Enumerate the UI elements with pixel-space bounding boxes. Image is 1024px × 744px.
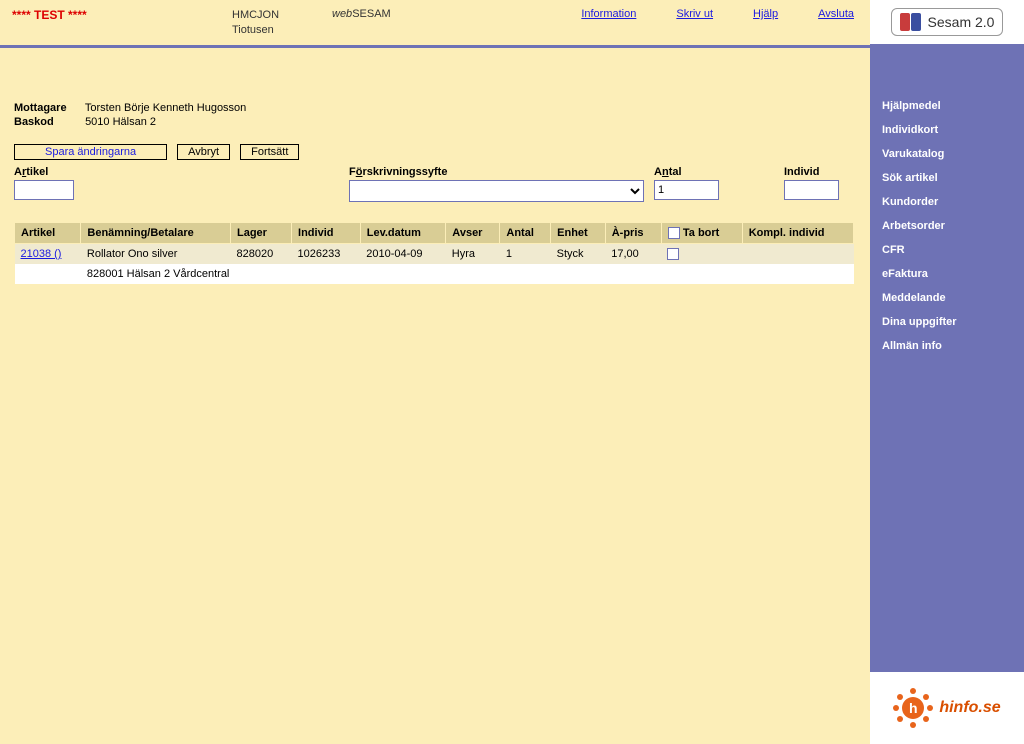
baskod-row: Baskod 5010 Hälsan 2 <box>14 116 856 128</box>
th-avser: Avser <box>446 222 500 243</box>
artikel-input[interactable] <box>14 180 74 200</box>
user-info: HMCJON Tiotusen <box>232 8 332 39</box>
link-information[interactable]: Information <box>581 8 636 20</box>
th-enhet: Enhet <box>551 222 606 243</box>
th-tabort: Ta bort <box>661 222 742 243</box>
individ-label: Individ <box>784 166 854 178</box>
th-apris: À-pris <box>605 222 661 243</box>
nav-cfr[interactable]: CFR <box>882 238 1012 262</box>
nav-varukatalog[interactable]: Varukatalog <box>882 142 1012 166</box>
test-label: **** TEST **** <box>12 8 232 22</box>
cell-levdatum: 2010-04-09 <box>360 243 446 264</box>
th-levdatum: Lev.datum <box>360 222 446 243</box>
th-artikel: Artikel <box>15 222 81 243</box>
syfte-label: Förskrivningssyfte <box>349 166 654 178</box>
link-skriv-ut[interactable]: Skriv ut <box>676 8 713 20</box>
user-line2: Tiotusen <box>232 23 332 38</box>
cell-benamning: Rollator Ono silver <box>81 243 231 264</box>
logo-box: Sesam 2.0 <box>870 0 1024 44</box>
continue-button[interactable]: Fortsätt <box>240 144 299 160</box>
baskod-label: Baskod <box>14 116 82 128</box>
nav-list: Hjälpmedel Individkort Varukatalog Sök a… <box>870 44 1024 358</box>
logo-icon <box>900 13 922 31</box>
nav-kundorder[interactable]: Kundorder <box>882 190 1012 214</box>
baskod-value: 5010 Hälsan 2 <box>85 116 156 128</box>
artikel-link[interactable]: 21038 () <box>21 248 62 260</box>
save-button[interactable]: Spara ändringarna <box>14 144 167 160</box>
cell-apris: 17,00 <box>605 243 661 264</box>
th-kompl: Kompl. individ <box>742 222 853 243</box>
nav-individkort[interactable]: Individkort <box>882 118 1012 142</box>
nav-efaktura[interactable]: eFaktura <box>882 262 1012 286</box>
mottagare-label: Mottagare <box>14 102 82 114</box>
tabort-header-checkbox[interactable] <box>668 227 680 239</box>
nav-allman-info[interactable]: Allmän info <box>882 334 1012 358</box>
logo-text: Sesam 2.0 <box>928 14 995 30</box>
table-subrow: 828001 Hälsan 2 Vårdcentral <box>15 264 854 284</box>
antal-input[interactable] <box>654 180 719 200</box>
mottagare-value: Torsten Börje Kenneth Hugosson <box>85 102 246 114</box>
nav-meddelande[interactable]: Meddelande <box>882 286 1012 310</box>
nav-dina-uppgifter[interactable]: Dina uppgifter <box>882 310 1012 334</box>
table-header-row: Artikel Benämning/Betalare Lager Individ… <box>15 222 854 243</box>
table-row: 21038 () Rollator Ono silver 828020 1026… <box>15 243 854 264</box>
top-links: Information Skriv ut Hjälp Avsluta <box>581 8 858 20</box>
cell-kompl <box>742 243 853 264</box>
subrow-text: 828001 Hälsan 2 Vårdcentral <box>81 264 854 284</box>
cell-enhet: Styck <box>551 243 606 264</box>
nav-sok-artikel[interactable]: Sök artikel <box>882 166 1012 190</box>
data-table: Artikel Benämning/Betalare Lager Individ… <box>14 222 854 284</box>
th-antal: Antal <box>500 222 551 243</box>
footer-logo[interactable]: h hinfo.se <box>870 672 1024 744</box>
hinfo-icon: h <box>893 688 933 728</box>
footer-text: hinfo.se <box>939 699 1000 717</box>
individ-input[interactable] <box>784 180 839 200</box>
th-lager: Lager <box>230 222 291 243</box>
tabort-checkbox[interactable] <box>667 248 679 260</box>
user-line1: HMCJON <box>232 8 332 23</box>
cell-individ: 1026233 <box>292 243 361 264</box>
link-hjalp[interactable]: Hjälp <box>753 8 778 20</box>
cell-antal: 1 <box>500 243 551 264</box>
nav-hjalpmedel[interactable]: Hjälpmedel <box>882 94 1012 118</box>
cell-lager: 828020 <box>230 243 291 264</box>
th-benamning: Benämning/Betalare <box>81 222 231 243</box>
nav-arbetsorder[interactable]: Arbetsorder <box>882 214 1012 238</box>
th-individ: Individ <box>292 222 361 243</box>
cancel-button[interactable]: Avbryt <box>177 144 230 160</box>
link-avsluta[interactable]: Avsluta <box>818 8 854 20</box>
mottagare-row: Mottagare Torsten Börje Kenneth Hugosson <box>14 102 856 114</box>
artikel-label: Artikel <box>14 166 349 178</box>
antal-label: Antal <box>654 166 784 178</box>
sidebar: Sesam 2.0 Hjälpmedel Individkort Varukat… <box>870 0 1024 744</box>
cell-avser: Hyra <box>446 243 500 264</box>
app-name: webSESAM <box>332 8 391 20</box>
topbar: **** TEST **** HMCJON Tiotusen webSESAM … <box>0 0 870 48</box>
syfte-select[interactable] <box>349 180 644 202</box>
